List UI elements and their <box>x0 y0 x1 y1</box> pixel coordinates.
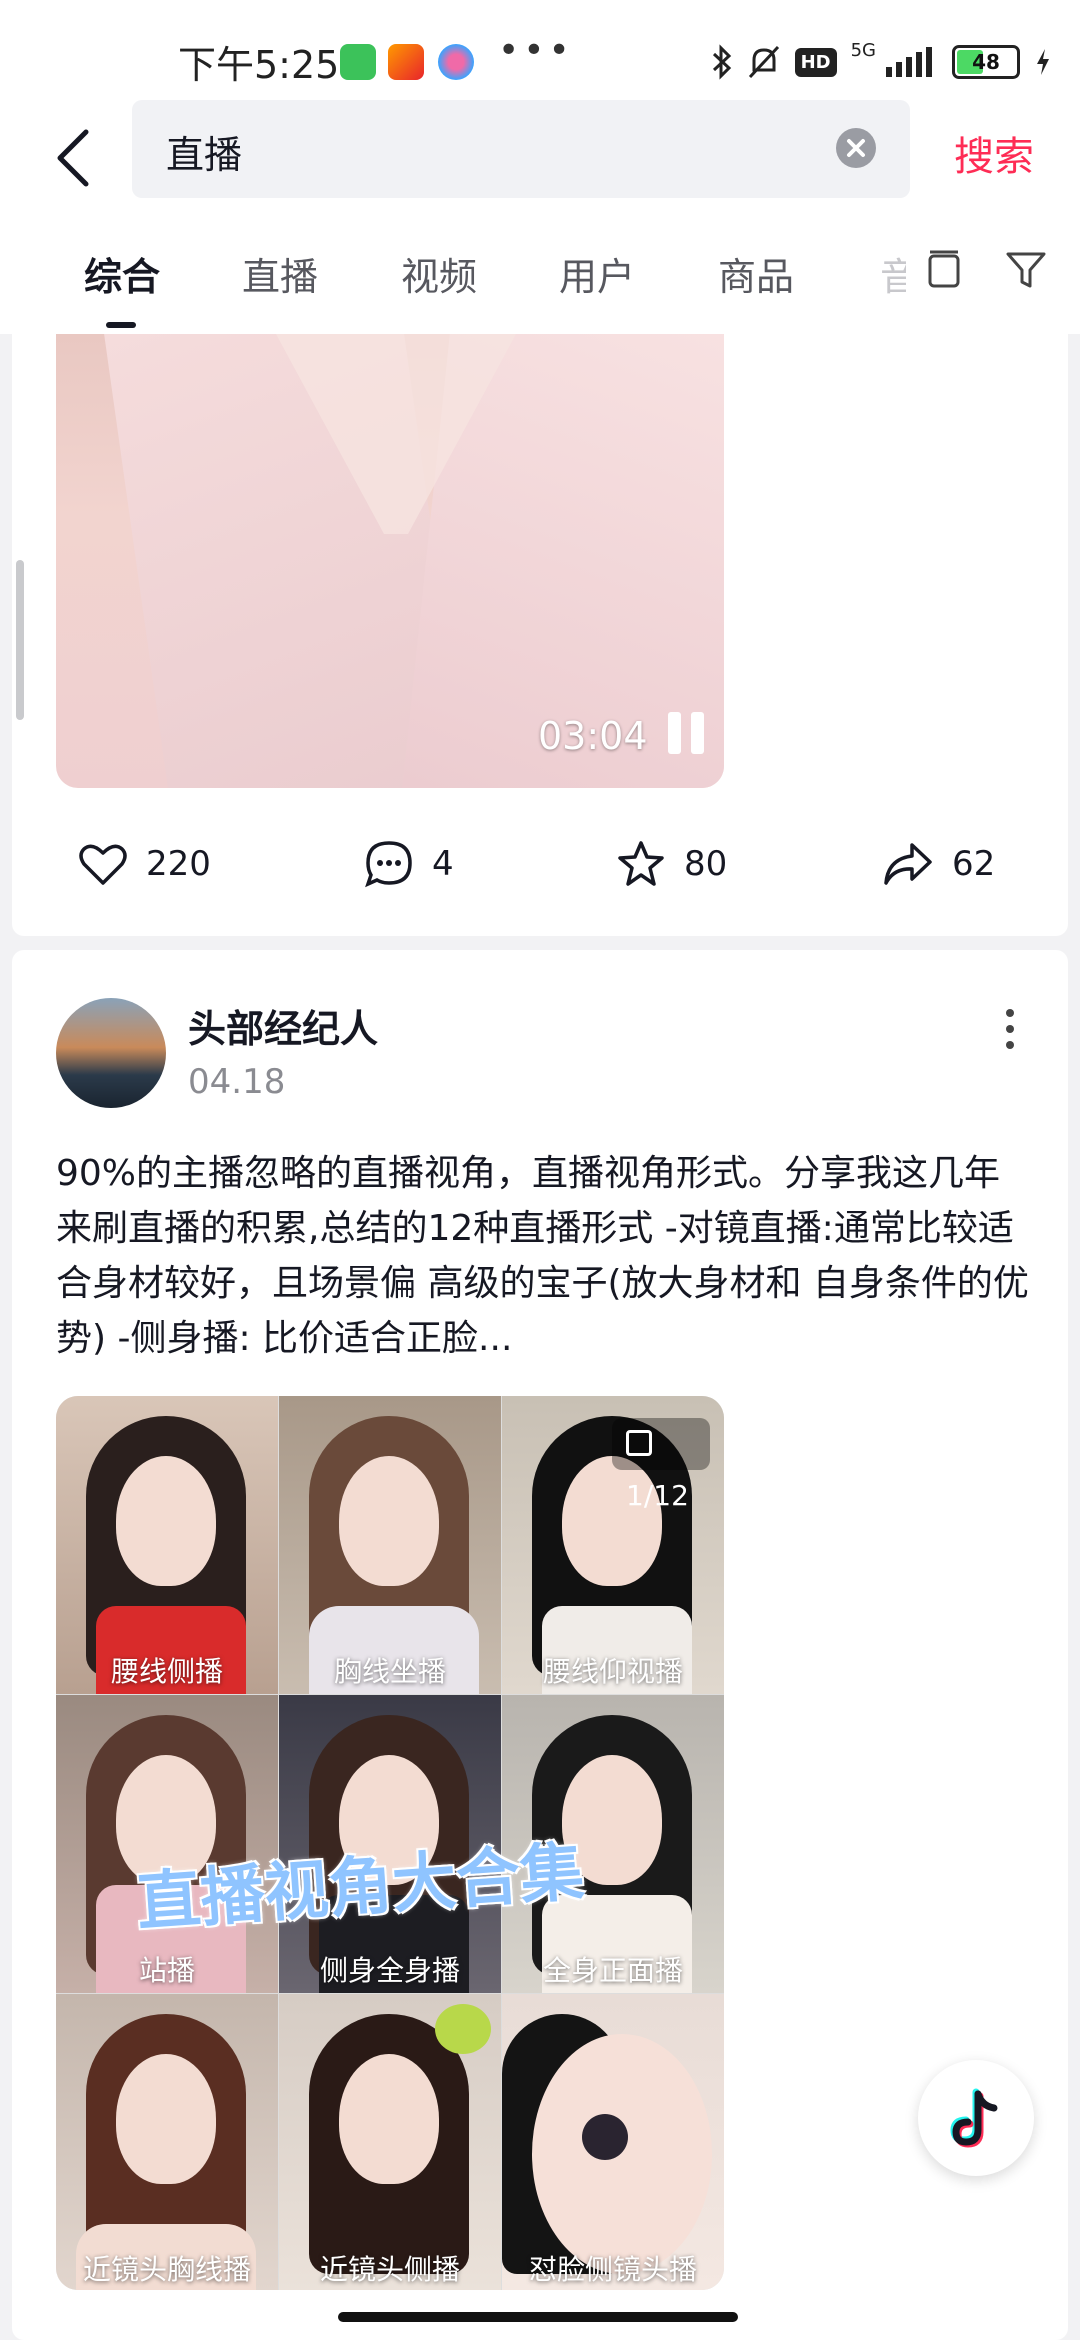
battery-indicator: 48 <box>952 45 1020 79</box>
post-description[interactable]: 90%的主播忽略的直播视角，直播视角形式。分享我这几年来刷直播的积累,总结的12… <box>56 1146 1036 1366</box>
hd-badge: HD <box>794 47 837 77</box>
image-page-count: 1/12 <box>612 1418 710 1512</box>
tab-users[interactable]: 用户 <box>559 246 635 301</box>
douyin-float-button[interactable] <box>918 2060 1034 2176</box>
grid-caption: 怼脸侧镜头播 <box>528 2253 697 2286</box>
share-button[interactable]: 62 <box>882 824 995 904</box>
grid-caption: 腰线侧播 <box>110 1655 223 1688</box>
post-date: 04.18 <box>188 1062 286 1102</box>
tab-products[interactable]: 商品 <box>718 246 794 301</box>
grid-caption: 胸线坐播 <box>333 1655 446 1688</box>
grid-image: 腰线侧播 <box>56 1396 278 1694</box>
app-58-notification-icon <box>388 44 424 80</box>
home-indicator[interactable] <box>338 2312 738 2322</box>
bluetooth-icon <box>712 44 731 80</box>
share-count: 62 <box>952 844 996 884</box>
grid-image: 近镜头侧播 <box>279 1994 501 2290</box>
grid-caption: 全身正面播 <box>542 1954 683 1987</box>
more-options-button[interactable] <box>1002 1004 1018 1054</box>
like-count: 220 <box>146 844 211 884</box>
grid-image: 怼脸侧镜头播 <box>502 1994 724 2290</box>
pause-icon[interactable] <box>666 712 706 756</box>
image-collage[interactable]: 腰线侧播 胸线坐播 腰线仰视播 站播 侧身全身播 全身正面播 近镜头胸线播 近镜… <box>56 1396 724 2290</box>
charging-icon <box>1037 49 1049 75</box>
avatar[interactable] <box>56 998 166 1108</box>
scroll-indicator[interactable] <box>16 560 24 720</box>
chevron-left-icon <box>57 129 89 187</box>
tab-all[interactable]: 综合 <box>84 246 160 301</box>
search-button[interactable]: 搜索 <box>954 124 1034 182</box>
grid-caption: 腰线仰视播 <box>542 1655 683 1688</box>
status-time: 下午5:25 <box>178 43 340 87</box>
search-header: 直播 搜索 <box>0 100 1080 220</box>
share-icon <box>884 843 932 885</box>
favorite-button[interactable]: 80 <box>616 824 727 904</box>
grid-caption: 近镜头胸线播 <box>82 2253 251 2286</box>
cloud-notification-icon <box>438 44 474 80</box>
tab-video[interactable]: 视频 <box>401 246 477 301</box>
battery-level: 48 <box>972 50 1000 74</box>
signal-icon <box>886 47 932 77</box>
clear-search-button[interactable] <box>836 128 876 168</box>
active-tab-indicator <box>106 322 136 328</box>
like-button[interactable]: 220 <box>78 824 211 904</box>
video-duration: 03:04 <box>538 714 648 758</box>
favorite-count: 80 <box>684 844 728 884</box>
gallery-icon <box>626 1430 652 1456</box>
search-input[interactable]: 直播 <box>132 100 910 198</box>
status-right-group: HD 5G 48 <box>711 40 1052 84</box>
comment-count: 4 <box>432 844 454 884</box>
comment-button[interactable]: 4 <box>364 824 454 904</box>
grid-caption: 侧身全身播 <box>319 1954 460 1987</box>
author-name[interactable]: 头部经纪人 <box>188 998 378 1053</box>
filter-icon[interactable] <box>1002 246 1050 294</box>
more-notifications-icon: ••• <box>498 30 574 71</box>
grid-image: 近镜头胸线播 <box>56 1994 278 2290</box>
mute-bell-icon <box>748 45 779 79</box>
video-result-card[interactable]: 03:04 220 4 80 62 <box>12 334 1068 936</box>
search-query-text[interactable]: 直播 <box>166 124 242 179</box>
network-type: 5G <box>850 40 876 61</box>
view-mode-icon[interactable] <box>920 246 968 294</box>
post-result-card[interactable]: 头部经纪人 04.18 90%的主播忽略的直播视角，直播视角形式。分享我这几年来… <box>12 950 1068 2340</box>
video-actions: 220 4 80 62 <box>12 824 1068 904</box>
tab-live[interactable]: 直播 <box>242 246 318 301</box>
comment-icon <box>365 841 412 888</box>
wechat-notification-icon <box>340 44 376 80</box>
heart-icon <box>79 844 127 885</box>
grid-caption: 近镜头侧播 <box>319 2253 460 2286</box>
tab-music[interactable]: 音 <box>880 246 906 301</box>
status-bar: 下午5:25 ••• HD 5G 48 <box>0 0 1080 100</box>
back-button[interactable] <box>44 118 104 198</box>
star-icon <box>618 841 664 886</box>
grid-caption: 站播 <box>138 1954 195 1987</box>
video-thumbnail[interactable]: 03:04 <box>56 334 724 788</box>
grid-image: 胸线坐播 <box>279 1396 501 1694</box>
page-count-text: 1/12 <box>626 1479 689 1512</box>
close-icon <box>847 139 865 157</box>
filter-tabs: 综合 直播 视频 用户 商品 音 <box>0 220 1080 334</box>
douyin-logo-icon <box>950 2088 998 2148</box>
